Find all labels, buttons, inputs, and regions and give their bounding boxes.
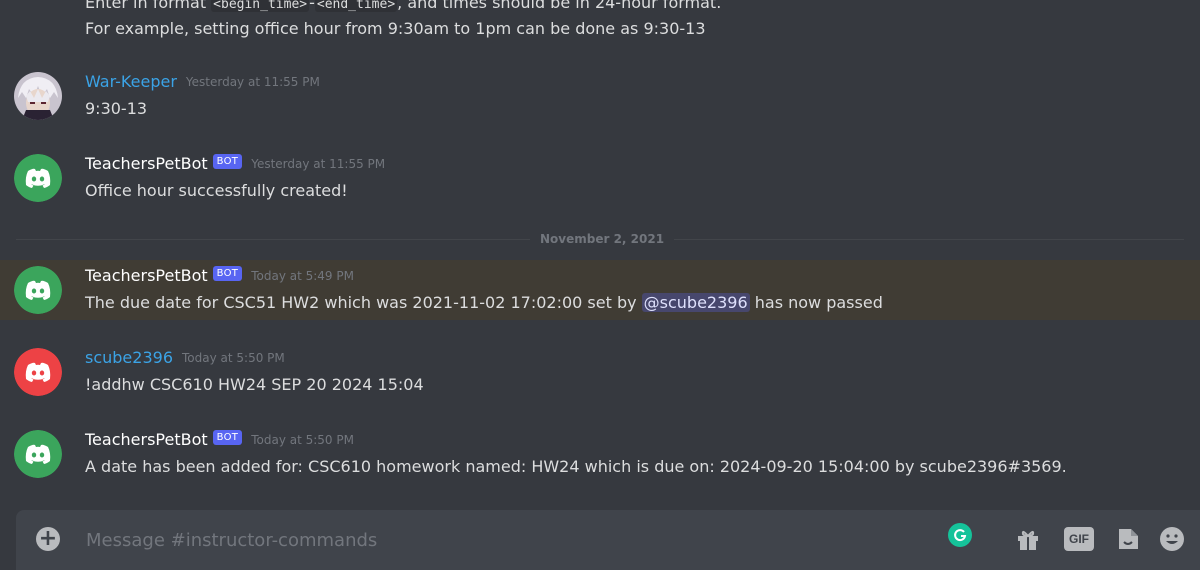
- previous-message-line-2: For example, setting office hour from 9:…: [85, 19, 706, 38]
- author-name[interactable]: TeachersPetBot: [85, 430, 208, 449]
- timestamp[interactable]: Yesterday at 11:55 PM: [186, 75, 320, 89]
- message-content: 9:30-13: [85, 99, 148, 118]
- grammarly-icon[interactable]: [948, 523, 972, 547]
- author-name[interactable]: TeachersPetBot: [85, 266, 208, 285]
- emoji-icon[interactable]: [1158, 525, 1186, 553]
- plus-icon[interactable]: +: [36, 527, 60, 551]
- discord-logo-icon: [14, 348, 62, 396]
- message-content: A date has been added for: CSC610 homewo…: [85, 457, 1067, 476]
- author-name[interactable]: War-Keeper: [85, 72, 177, 91]
- intro-code-begin: <begin_time>: [211, 0, 310, 12]
- author-name[interactable]: TeachersPetBot: [85, 154, 208, 173]
- gift-icon[interactable]: [1014, 525, 1042, 553]
- avatar[interactable]: [14, 266, 62, 314]
- sticker-icon[interactable]: [1114, 525, 1142, 553]
- message-text: The due date for CSC51 HW2 which was 202…: [85, 293, 642, 312]
- previous-message-line-1: Enter in format <begin_time> - <end_time>,…: [85, 0, 721, 16]
- message-header: TeachersPetBot BOT Today at 5:49 PM: [85, 266, 354, 285]
- discord-logo-icon: [14, 266, 62, 314]
- timestamp[interactable]: Today at 5:50 PM: [182, 351, 285, 365]
- avatar[interactable]: [14, 348, 62, 396]
- author-name[interactable]: scube2396: [85, 348, 173, 367]
- message-input[interactable]: [84, 527, 888, 553]
- bot-tag: BOT: [212, 154, 243, 169]
- message-header: TeachersPetBot BOT Yesterday at 11:55 PM: [85, 154, 385, 173]
- avatar[interactable]: [14, 72, 62, 120]
- avatar[interactable]: [14, 430, 62, 478]
- bot-tag: BOT: [212, 430, 243, 445]
- intro-text-prefix: Enter in format: [85, 0, 212, 12]
- gif-icon[interactable]: GIF: [1064, 527, 1094, 551]
- date-divider-label: November 2, 2021: [530, 230, 675, 248]
- anime-avatar-icon: [14, 72, 62, 120]
- message-text: has now passed: [749, 293, 883, 312]
- discord-logo-icon: [14, 430, 62, 478]
- intro-text-suffix: , and times should be in 24-hour format.: [397, 0, 722, 12]
- message-content: Office hour successfully created!: [85, 181, 348, 200]
- timestamp[interactable]: Yesterday at 11:55 PM: [251, 157, 385, 171]
- message-header: TeachersPetBot BOT Today at 5:50 PM: [85, 430, 354, 449]
- message-composer: + GIF: [16, 510, 1200, 570]
- message-content: The due date for CSC51 HW2 which was 202…: [85, 293, 883, 312]
- grammarly-g-icon: [954, 529, 967, 542]
- chat-area: Enter in format <begin_time> - <end_time>,…: [0, 0, 1200, 570]
- bot-tag: BOT: [212, 266, 243, 281]
- user-mention[interactable]: @scube2396: [641, 293, 750, 312]
- message-header: War-Keeper Yesterday at 11:55 PM: [85, 72, 320, 91]
- intro-code-end: <end_time>: [314, 0, 398, 12]
- intro-dash: -: [309, 0, 315, 12]
- discord-logo-icon: [14, 154, 62, 202]
- timestamp[interactable]: Today at 5:50 PM: [251, 433, 354, 447]
- timestamp[interactable]: Today at 5:49 PM: [251, 269, 354, 283]
- message-header: scube2396 Today at 5:50 PM: [85, 348, 285, 367]
- avatar[interactable]: [14, 154, 62, 202]
- message-content: !addhw CSC610 HW24 SEP 20 2024 15:04: [85, 375, 424, 394]
